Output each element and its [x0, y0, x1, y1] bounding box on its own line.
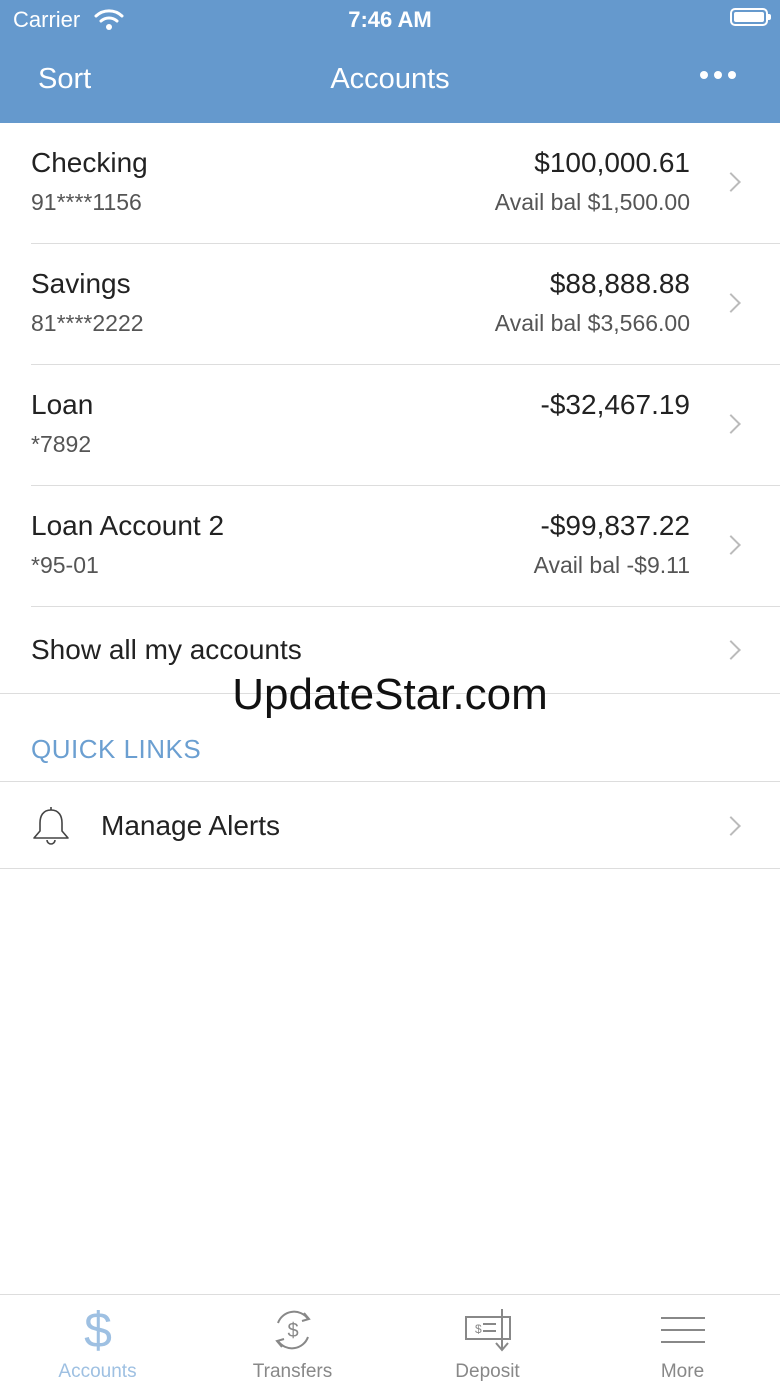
chevron-right-icon: [721, 414, 741, 434]
chevron-right-icon: [721, 816, 741, 836]
check-deposit-icon: $: [390, 1305, 585, 1355]
chevron-right-icon: [721, 172, 741, 192]
account-row-loan[interactable]: Loan *7892 -$32,467.19: [31, 365, 780, 486]
chevron-right-icon: [721, 640, 741, 660]
menu-icon: [585, 1305, 780, 1355]
account-balance: $88,888.88: [549, 268, 690, 299]
transfer-icon: $: [195, 1305, 390, 1355]
available-balance: Avail bal -$9.11: [533, 552, 690, 578]
svg-text:$: $: [84, 1305, 112, 1355]
account-balance: -$32,467.19: [540, 389, 690, 420]
tab-label: Deposit: [455, 1361, 520, 1382]
page-title: Accounts: [330, 63, 450, 95]
accounts-list: Checking 91****1156 $100,000.61 Avail ba…: [0, 123, 780, 694]
chevron-right-icon: [721, 535, 741, 555]
show-all-accounts-label: Show all my accounts: [31, 634, 302, 665]
tab-label: More: [660, 1361, 705, 1382]
account-row-checking[interactable]: Checking 91****1156 $100,000.61 Avail ba…: [31, 123, 780, 244]
tab-label: Transfers: [252, 1361, 333, 1382]
tab-accounts[interactable]: $ Accounts: [0, 1295, 195, 1387]
clock: 7:46 AM: [348, 7, 432, 32]
account-balance: $100,000.61: [534, 147, 690, 178]
tab-label: Accounts: [58, 1361, 137, 1382]
account-name: Loan: [31, 389, 94, 420]
status-bar: Carrier 7:46 AM: [0, 0, 780, 40]
watermark: UpdateStar.com: [232, 670, 548, 719]
quick-links-title: QUICK LINKS: [31, 734, 202, 764]
account-number: *95-01: [31, 552, 99, 578]
svg-text:$: $: [287, 1320, 298, 1342]
tab-transfers[interactable]: $ Transfers: [195, 1295, 390, 1387]
account-name: Checking: [31, 147, 148, 178]
available-balance: Avail bal $1,500.00: [494, 189, 690, 215]
manage-alerts-label: Manage Alerts: [101, 810, 280, 841]
account-number: 91****1156: [31, 189, 142, 215]
account-balance: -$99,837.22: [540, 510, 690, 541]
tab-deposit[interactable]: $ Deposit: [390, 1295, 585, 1387]
account-name: Savings: [31, 268, 131, 299]
account-row-savings[interactable]: Savings 81****2222 $88,888.88 Avail bal …: [31, 244, 780, 365]
account-row-loan-account-2[interactable]: Loan Account 2 *95-01 -$99,837.22 Avail …: [31, 486, 780, 607]
account-number: *7892: [31, 431, 92, 457]
chevron-right-icon: [721, 293, 741, 313]
app-header: Carrier 7:46 AM Sort Accounts: [0, 0, 780, 123]
bell-icon: [30, 806, 72, 851]
account-name: Loan Account 2: [31, 510, 225, 541]
battery-icon: [730, 8, 771, 26]
more-ellipsis-icon[interactable]: [700, 71, 736, 79]
svg-text:$: $: [475, 1322, 482, 1336]
manage-alerts-row[interactable]: Manage Alerts: [0, 781, 780, 869]
tab-bar: $ Accounts $ Transfers $ Deposit More: [0, 1294, 780, 1387]
tab-more[interactable]: More: [585, 1295, 780, 1387]
account-number: 81****2222: [31, 310, 144, 336]
dollar-icon: $: [0, 1305, 195, 1355]
available-balance: Avail bal $3,566.00: [494, 310, 690, 336]
